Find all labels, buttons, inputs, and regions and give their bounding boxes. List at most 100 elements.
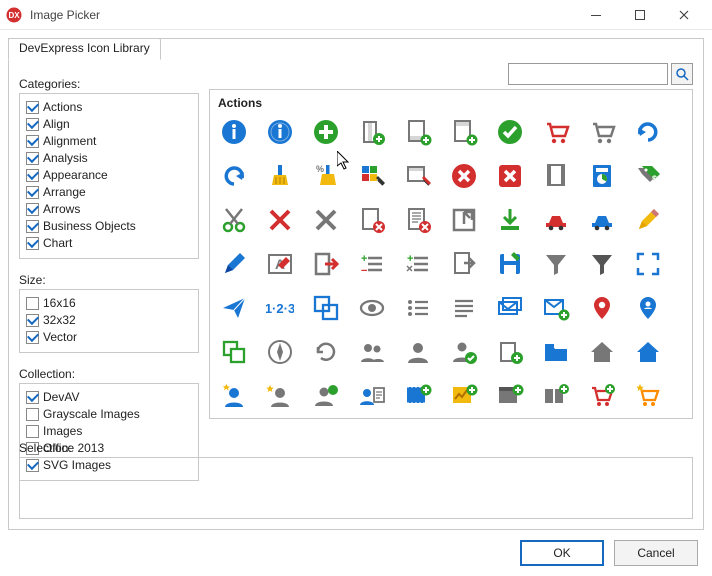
folder-blue-icon[interactable] [540, 336, 572, 368]
mail-add-icon[interactable] [540, 292, 572, 324]
add-icon[interactable] [310, 116, 342, 148]
panels-plus-icon[interactable] [540, 380, 572, 412]
exit-icon[interactable] [310, 248, 342, 280]
category-item[interactable]: Analysis [26, 150, 192, 166]
checkbox-icon [26, 203, 39, 216]
selection-label: Selection: [19, 441, 693, 455]
compass-icon[interactable] [264, 336, 296, 368]
collection-item[interactable]: Grayscale Images [26, 406, 192, 422]
user-icon[interactable] [402, 336, 434, 368]
cancel-icon[interactable] [448, 160, 480, 192]
home-gray-icon[interactable] [586, 336, 618, 368]
size-item[interactable]: 32x32 [26, 312, 192, 328]
about-alt-icon[interactable] [264, 116, 296, 148]
cart-spark-icon[interactable] [632, 380, 664, 412]
page-remove-icon[interactable] [402, 204, 434, 236]
doc-remove-icon[interactable] [356, 204, 388, 236]
pencil-icon[interactable] [632, 204, 664, 236]
apply-icon[interactable] [494, 116, 526, 148]
delete-gray-icon[interactable] [310, 204, 342, 236]
cart-plus-icon[interactable] [586, 380, 618, 412]
size-item[interactable]: 16x16 [26, 295, 192, 311]
filter-gray-icon[interactable] [540, 248, 572, 280]
size-item[interactable]: Vector [26, 329, 192, 345]
copy-green-icon[interactable] [218, 336, 250, 368]
list-bullets-icon[interactable] [402, 292, 434, 324]
palette-icon[interactable] [356, 160, 388, 192]
film-plus-icon[interactable] [402, 380, 434, 412]
cut-icon[interactable] [218, 204, 250, 236]
minimize-button[interactable] [574, 0, 618, 30]
category-item[interactable]: Arrows [26, 201, 192, 217]
search-button[interactable] [671, 63, 693, 85]
category-item[interactable]: Business Objects [26, 218, 192, 234]
cancel-button[interactable]: Cancel [614, 540, 698, 566]
category-item[interactable]: Appearance [26, 167, 192, 183]
doc-right-icon[interactable] [448, 248, 480, 280]
mail-stack-icon[interactable] [494, 292, 526, 324]
add-item-icon[interactable] [494, 336, 526, 368]
users-icon[interactable] [356, 336, 388, 368]
pencil-blue-icon[interactable] [218, 248, 250, 280]
collection-item[interactable]: DevAV [26, 389, 192, 405]
group-icon[interactable] [310, 292, 342, 324]
collection-label: Collection: [19, 367, 199, 381]
chart-plus-icon[interactable] [448, 380, 480, 412]
refresh-icon[interactable] [310, 336, 342, 368]
checkbox-icon [26, 408, 39, 421]
filter-dark-icon[interactable] [586, 248, 618, 280]
add-header-icon[interactable] [448, 116, 480, 148]
maximize-button[interactable] [618, 0, 662, 30]
collection-item[interactable]: Images [26, 423, 192, 439]
close-button[interactable] [662, 0, 706, 30]
cart-gray-icon[interactable] [586, 116, 618, 148]
list-add-icon[interactable]: +− [356, 248, 388, 280]
category-item[interactable]: Alignment [26, 133, 192, 149]
left-column: Categories: ActionsAlignAlignmentAnalysi… [19, 67, 199, 481]
categories-label: Categories: [19, 77, 199, 91]
home-blue-icon[interactable] [632, 336, 664, 368]
pin-red-icon[interactable] [586, 292, 618, 324]
redo-icon[interactable] [632, 116, 664, 148]
user-ok-icon[interactable] [448, 336, 480, 368]
about-icon[interactable] [218, 116, 250, 148]
list-edit-icon[interactable]: + [402, 248, 434, 280]
category-item[interactable]: Align [26, 116, 192, 132]
send-icon[interactable] [218, 292, 250, 324]
download-icon[interactable] [494, 204, 526, 236]
pin-user-icon[interactable] [632, 292, 664, 324]
palette-alt-icon[interactable] [402, 160, 434, 192]
tab-icon-library[interactable]: DevExpress Icon Library [8, 38, 161, 60]
list-lines-icon[interactable] [448, 292, 480, 324]
ok-button[interactable]: OK [520, 540, 604, 566]
clean-percent-icon[interactable]: % [310, 160, 342, 192]
close-box-icon[interactable] [494, 160, 526, 192]
car-red-icon[interactable] [540, 204, 572, 236]
panel-plus-icon[interactable] [494, 380, 526, 412]
tags-icon[interactable]: $ [632, 160, 664, 192]
category-item[interactable]: Actions [26, 99, 192, 115]
user-star-blue-icon[interactable] [218, 380, 250, 412]
clean-blue-icon[interactable] [264, 160, 296, 192]
textbox-icon[interactable]: A [264, 248, 296, 280]
doc-gray-icon[interactable] [540, 160, 572, 192]
car-blue-icon[interactable] [586, 204, 618, 236]
category-item[interactable]: Chart [26, 235, 192, 251]
category-item[interactable]: Arrange [26, 184, 192, 200]
user-card-icon[interactable] [356, 380, 388, 412]
123-icon[interactable]: 1·2·3 [264, 292, 296, 324]
search-input[interactable] [508, 63, 668, 85]
add-file-icon[interactable] [356, 116, 388, 148]
report-icon[interactable] [586, 160, 618, 192]
undo-icon[interactable] [218, 160, 250, 192]
category-item-label: Analysis [43, 150, 88, 166]
user-status-icon[interactable] [310, 380, 342, 412]
delete-red-icon[interactable] [264, 204, 296, 236]
add-footer-icon[interactable] [402, 116, 434, 148]
cart-red-icon[interactable] [540, 116, 572, 148]
fullscreen-icon[interactable] [632, 248, 664, 280]
user-star-gray-icon[interactable] [264, 380, 296, 412]
export-icon[interactable] [448, 204, 480, 236]
save-blue-icon[interactable] [494, 248, 526, 280]
eye-icon[interactable] [356, 292, 388, 324]
